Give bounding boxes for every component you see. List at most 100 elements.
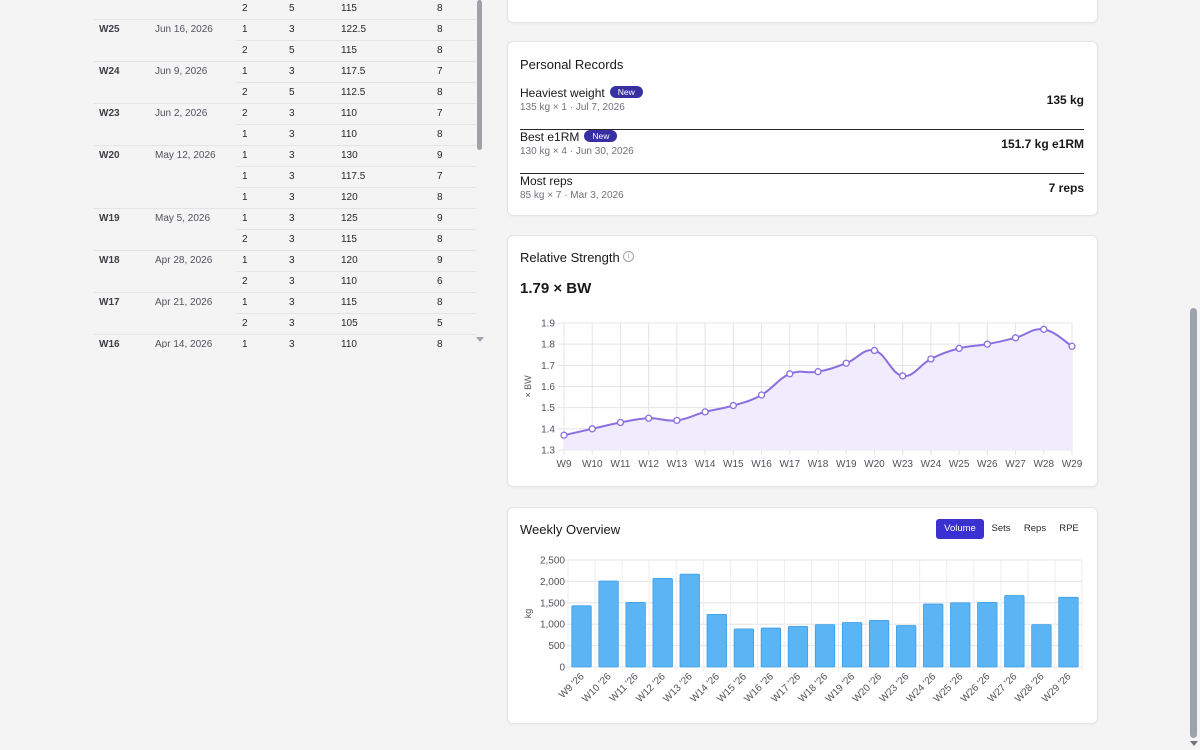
cell-date: Jun 16, 2026 [155,24,213,35]
bar [1058,596,1079,668]
cell-weight: 120 [341,192,358,203]
bar [923,603,944,668]
bar [787,625,809,668]
cell-set: 2 [242,108,248,119]
cell-rpe: 8 [437,297,443,308]
x-tick-label: W27 [1005,459,1026,470]
data-point [899,372,907,380]
cell-set: 2 [242,276,248,287]
cell-reps: 3 [289,24,295,35]
data-point [757,391,766,399]
cell-weight: 117.5 [341,66,366,77]
x-tick-label: W11 [611,459,631,470]
pr-name: Most reps [520,174,573,188]
x-tick-label: W16 [751,459,772,470]
data-point [560,431,568,439]
table-row: W18 Apr 28, 2026 1 3 120 9 [94,251,476,272]
data-point [983,340,991,348]
x-tick-label: W14 [695,459,716,470]
cell-set: 1 [242,192,248,203]
cell-reps: 3 [289,276,295,287]
log-scrollbar-thumb[interactable] [477,0,482,150]
pr-value: 7 reps [1048,181,1084,195]
cell-weight: 110 [341,129,357,140]
page-scrollbar-thumb[interactable] [1190,308,1197,738]
cell-week: W20 [99,150,120,161]
cell-set: 2 [242,318,248,329]
cell-week: W25 [99,24,120,35]
pr-name: Heaviest weight New [520,86,643,100]
cell-rpe: 8 [437,129,443,140]
bar [950,602,971,668]
x-tick-label: W24 [921,459,942,470]
cell-rpe: 8 [437,339,443,348]
cell-week: W16 [99,339,120,348]
cell-weight: 115 [341,297,357,308]
y-tick-label: 1,000 [540,620,565,631]
data-point [927,355,935,363]
new-badge: New [609,86,643,98]
x-tick-label: W10 '26 [580,671,614,705]
cell-set: 2 [242,45,248,56]
pr-value: 135 kg [1046,93,1084,107]
bar [896,625,917,668]
pr-detail: 85 kg × 7 · Mar 3, 2026 [520,190,624,201]
data-point [1040,325,1048,333]
data-point [673,416,681,425]
y-tick-label: 1.9 [541,319,555,330]
bar [571,605,592,668]
table-row: 2 3 105 5 [94,314,476,335]
y-tick-label: 1,500 [540,598,565,609]
x-tick-label: W17 [779,459,800,470]
x-tick-label: W13 [667,459,688,470]
x-tick-label: W9 [557,459,572,470]
table-row: W16 Apr 14, 2026 1 3 110 8 [94,335,476,348]
cell-set: 2 [242,87,248,98]
table-row: W23 Jun 2, 2026 2 3 110 7 [94,104,476,125]
personal-records-title: Personal Records [520,57,624,72]
table-row: W20 May 12, 2026 1 3 130 9 [94,146,476,167]
cell-date: Jun 2, 2026 [155,108,208,119]
cell-weight: 122.5 [341,24,367,35]
cell-reps: 3 [289,150,295,161]
cell-reps: 3 [289,66,295,77]
y-tick-label: 0 [559,663,565,674]
bar [706,613,727,668]
weekly-volume-chart: 05001,0001,5002,0002,500kgW9 '26W10 '26W… [523,556,1083,705]
page-scroll-down-arrow[interactable] [1190,741,1198,746]
cell-date: Jun 9, 2026 [155,66,208,77]
table-row: W19 May 5, 2026 1 3 125 9 [94,209,476,230]
cell-rpe: 8 [437,234,443,245]
cell-date: May 12, 2026 [155,150,216,161]
x-tick-label: W23 [892,459,913,470]
x-tick-label: W29 [1062,459,1083,470]
cell-reps: 3 [289,297,295,308]
x-tick-label: W26 [977,459,998,470]
y-tick-label: 1.5 [541,403,555,414]
bar [841,622,863,668]
y-axis-label: kg [523,609,533,619]
bar [625,601,646,668]
cell-rpe: 8 [437,192,443,203]
table-row: 1 3 110 8 [94,125,476,146]
cell-rpe: 7 [437,108,443,119]
cell-weight: 112.5 [341,87,366,98]
cell-week: W17 [99,297,120,308]
cell-rpe: 5 [437,318,443,329]
data-point [786,370,794,378]
x-tick-label: W19 [836,459,857,470]
pr-row-heaviest-weight: Heaviest weight New 135 kg × 1 · Jul 7, 2… [520,86,1084,130]
table-row: 1 3 117.5 7 [94,167,476,188]
y-tick-label: 1.8 [541,340,555,351]
pr-row-best-e1rm: Best e1RM New 130 kg × 4 · Jun 30, 2026 1… [520,130,1084,174]
cell-reps: 3 [289,129,295,140]
data-point [616,418,625,427]
cell-week: W23 [99,108,120,119]
x-tick-label: W15 [723,459,744,470]
cell-weight: 110 [341,108,357,119]
x-tick-label: W10 [582,459,603,470]
relative-strength-card: Relative Strength i 1.79 × BW 1.3 1.4 1.5 1… [507,235,1098,487]
cell-set: 1 [242,339,248,348]
log-scroll-down-arrow[interactable] [476,337,484,342]
cell-reps: 3 [289,234,295,245]
